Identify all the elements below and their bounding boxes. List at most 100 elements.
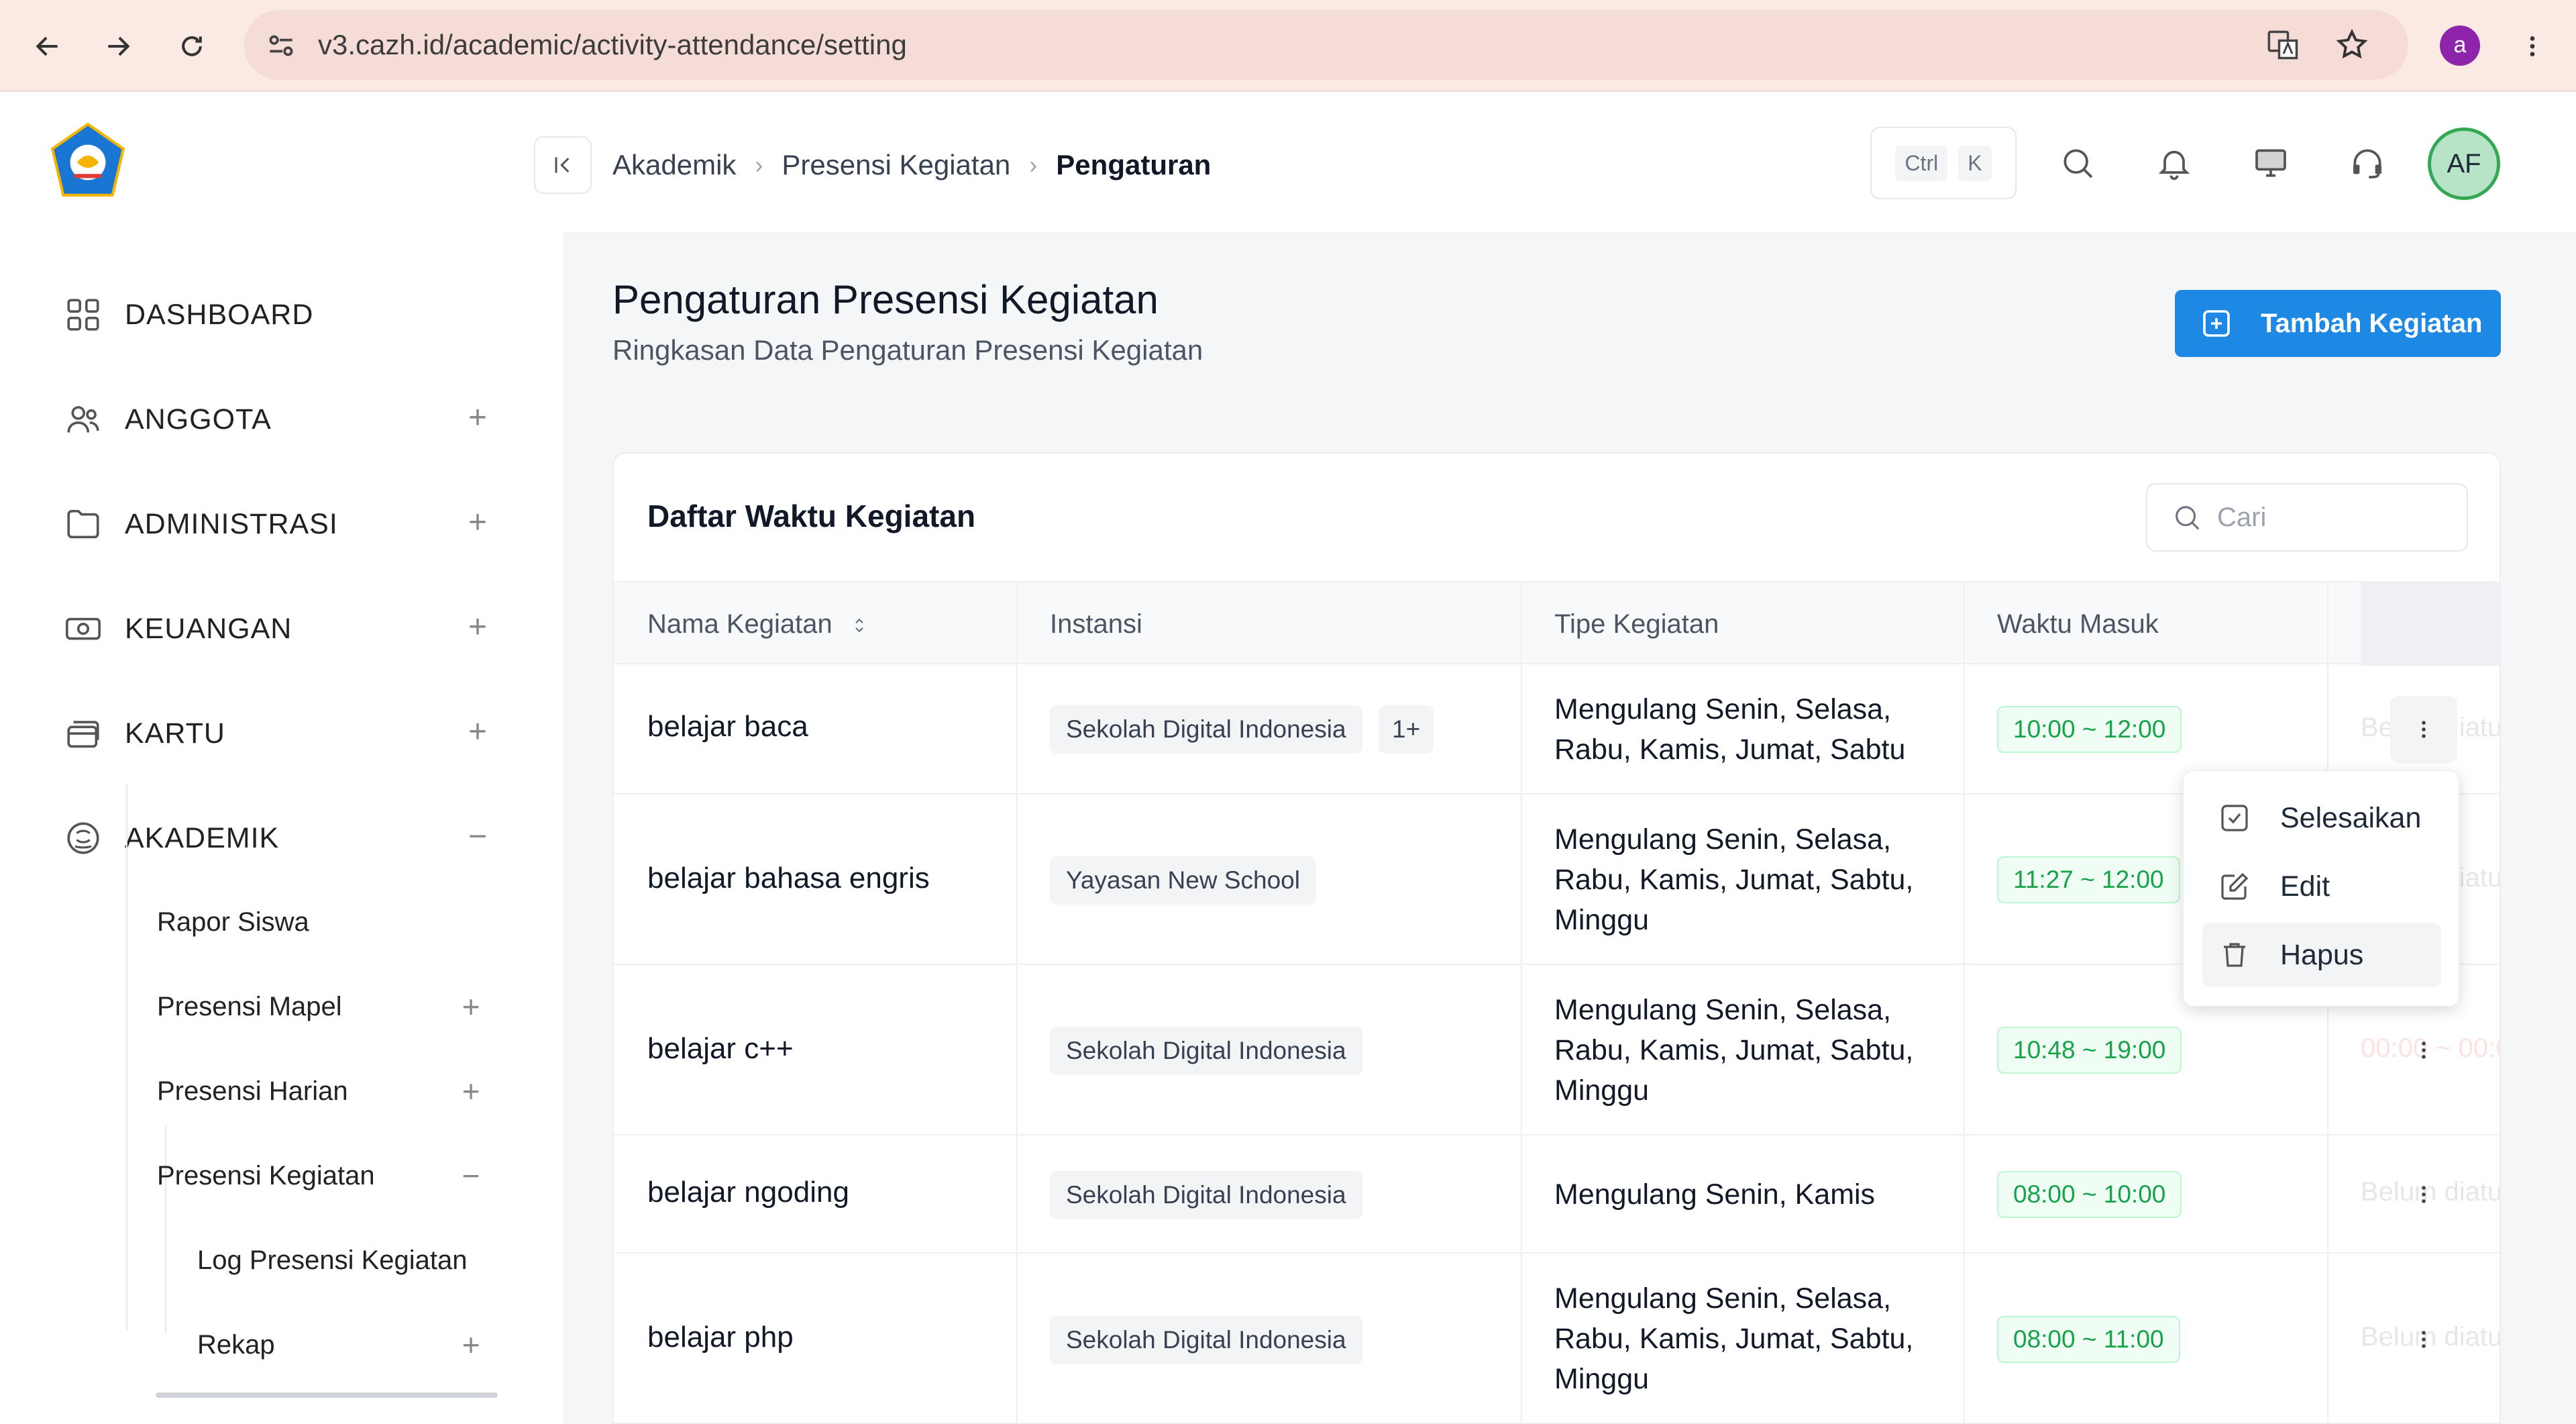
- table-header: Nama Kegiatan Instansi Tipe Kegiatan Wak…: [614, 581, 2500, 666]
- sidebar-item-kartu[interactable]: KARTU +: [63, 707, 492, 760]
- search-icon: [2176, 506, 2200, 530]
- menu-item-hapus[interactable]: Hapus: [2202, 923, 2441, 987]
- breadcrumb: Akademik › Presensi Kegiatan › Pengatura…: [612, 136, 1211, 194]
- sidebar-item-keuangan[interactable]: KEUANGAN +: [63, 602, 492, 656]
- users-icon: [63, 399, 103, 440]
- sidebar-scrollbar[interactable]: [156, 1392, 498, 1398]
- bell-icon[interactable]: [2152, 141, 2196, 185]
- row-actions-menu-icon[interactable]: [2390, 696, 2457, 763]
- collapse-sidebar-button[interactable]: [534, 136, 592, 194]
- add-activity-button[interactable]: Tambah Kegiatan: [2175, 290, 2501, 357]
- sidebar-item-label: ADMINISTRASI: [125, 507, 338, 540]
- activity-type: Mengulang Senin, Selasa, Rabu, Kamis, Ju…: [1554, 1282, 1914, 1395]
- activity-type: Mengulang Senin, Selasa, Rabu, Kamis, Ju…: [1554, 823, 1914, 936]
- money-icon: [63, 609, 103, 649]
- sidebar-item-label: ANGGOTA: [125, 403, 272, 436]
- back-icon[interactable]: [25, 24, 70, 68]
- collapse-minus-icon[interactable]: −: [456, 1160, 486, 1192]
- kbd-k: K: [1958, 145, 1992, 181]
- menu-item-label: Selesaikan: [2280, 801, 2422, 834]
- trash-icon: [2216, 936, 2253, 974]
- sidebar-item-administrasi[interactable]: ADMINISTRASI +: [63, 497, 492, 551]
- command-palette-shortcut[interactable]: Ctrl K: [1870, 127, 2017, 199]
- sidebar-item-dashboard[interactable]: DASHBOARD: [63, 288, 492, 342]
- time-badge: 10:00 ~ 12:00: [1997, 706, 2182, 753]
- breadcrumb-pengaturan: Pengaturan: [1056, 149, 1212, 181]
- instansi-more-chip[interactable]: 1+: [1379, 705, 1434, 754]
- instansi-chip: Sekolah Digital Indonesia: [1050, 1027, 1362, 1075]
- sidebar-item-akademik[interactable]: AKADEMIK −: [63, 811, 492, 865]
- expand-plus-icon[interactable]: +: [463, 402, 492, 434]
- row-actions-dropdown: Selesaikan Edit Hapus: [2183, 770, 2459, 1007]
- forward-icon[interactable]: [96, 24, 140, 68]
- sidebar-subitem-rekap[interactable]: Rekap: [197, 1321, 275, 1368]
- instansi-chip: Yayasan New School: [1050, 856, 1316, 905]
- activity-name: belajar bahasa engris: [647, 862, 930, 895]
- menu-item-edit[interactable]: Edit: [2202, 854, 2441, 919]
- edit-icon: [2216, 868, 2253, 905]
- bookmark-star-icon[interactable]: [2334, 28, 2369, 62]
- breadcrumb-akademik[interactable]: Akademik: [612, 149, 736, 181]
- column-header-faded: [2361, 582, 2500, 666]
- time-badge: 11:27 ~ 12:00: [1997, 856, 2180, 903]
- search-placeholder: Cari: [2217, 502, 2267, 532]
- sidebar-subitem-presensi-mapel[interactable]: Presensi Mapel: [157, 983, 342, 1030]
- search-icon[interactable]: [2055, 141, 2100, 185]
- page-title: Pengaturan Presensi Kegiatan: [612, 277, 1159, 322]
- url-text: v3.cazh.id/academic/activity-attendance/…: [318, 29, 907, 60]
- grid-icon: [63, 295, 103, 335]
- monitor-icon[interactable]: [2249, 141, 2293, 185]
- sidebar-subitem-rapor-siswa[interactable]: Rapor Siswa: [157, 899, 309, 946]
- expand-plus-icon[interactable]: +: [463, 716, 492, 748]
- browser-profile-avatar[interactable]: a: [2440, 26, 2480, 66]
- user-avatar[interactable]: AF: [2428, 128, 2500, 200]
- sidebar-subitem-presensi-harian[interactable]: Presensi Harian: [157, 1068, 348, 1115]
- activity-type: Mengulang Senin, Selasa, Rabu, Kamis, Ju…: [1554, 693, 1906, 766]
- expand-plus-icon[interactable]: +: [463, 611, 492, 644]
- instansi-chip: Sekolah Digital Indonesia: [1050, 1171, 1362, 1219]
- translate-icon[interactable]: [2266, 28, 2301, 62]
- sort-icon: [855, 619, 863, 633]
- address-bar[interactable]: v3.cazh.id/academic/activity-attendance/…: [244, 10, 2408, 80]
- headset-support-icon[interactable]: [2345, 141, 2390, 185]
- tut-wuri-handayani-logo[interactable]: [47, 121, 129, 203]
- search-input[interactable]: Cari: [2146, 483, 2468, 552]
- column-header-instansi: Instansi: [1050, 609, 1142, 639]
- activity-name: belajar php: [647, 1321, 794, 1354]
- expand-plus-icon[interactable]: +: [463, 507, 492, 539]
- row-actions-menu-icon[interactable]: [2390, 1017, 2457, 1084]
- row-actions-menu-icon[interactable]: [2390, 1161, 2457, 1228]
- site-settings-icon[interactable]: [264, 29, 298, 62]
- time-badge: 08:00 ~ 11:00: [1997, 1316, 2180, 1363]
- submenu-guide-line: [126, 784, 127, 1331]
- collapse-minus-icon[interactable]: −: [463, 821, 492, 853]
- card-icon: [63, 713, 103, 754]
- sidebar-subitem-presensi-kegiatan[interactable]: Presensi Kegiatan: [157, 1152, 375, 1199]
- sidebar-item-label: KEUANGAN: [125, 612, 292, 645]
- breadcrumb-presensi-kegiatan[interactable]: Presensi Kegiatan: [782, 149, 1010, 181]
- menu-item-label: Edit: [2280, 870, 2330, 903]
- row-actions-menu-icon[interactable]: [2390, 1306, 2457, 1373]
- sidebar-item-label: DASHBOARD: [125, 298, 314, 331]
- reload-icon[interactable]: [170, 24, 214, 68]
- add-activity-label: Tambah Kegiatan: [2261, 308, 2483, 338]
- column-header-tipe-kegiatan: Tipe Kegiatan: [1554, 609, 1719, 639]
- expand-plus-icon[interactable]: +: [456, 1329, 486, 1361]
- menu-item-selesaikan[interactable]: Selesaikan: [2202, 786, 2441, 850]
- activity-type: Mengulang Senin, Selasa, Rabu, Kamis, Ju…: [1554, 994, 1914, 1107]
- sidebar-item-anggota[interactable]: ANGGOTA +: [63, 393, 492, 446]
- sidebar-subitem-log-presensi-kegiatan[interactable]: Log Presensi Kegiatan: [197, 1237, 468, 1284]
- column-header-waktu-masuk: Waktu Masuk: [1997, 609, 2159, 639]
- table-row: belajar php Sekolah Digital Indonesia Me…: [614, 1254, 2500, 1423]
- sidebar-item-label: KARTU: [125, 717, 225, 750]
- activity-type: Mengulang Senin, Kamis: [1554, 1178, 1876, 1211]
- browser-menu-icon[interactable]: [2510, 24, 2555, 68]
- academic-icon: [63, 818, 103, 858]
- column-header-nama-kegiatan[interactable]: Nama Kegiatan: [647, 582, 869, 666]
- page-subtitle: Ringkasan Data Pengaturan Presensi Kegia…: [612, 334, 1203, 366]
- expand-plus-icon[interactable]: +: [456, 991, 486, 1023]
- activity-name: belajar ngoding: [647, 1176, 849, 1209]
- chevron-right-icon: ›: [1029, 151, 1038, 179]
- activity-name: belajar c++: [647, 1032, 794, 1065]
- expand-plus-icon[interactable]: +: [456, 1076, 486, 1107]
